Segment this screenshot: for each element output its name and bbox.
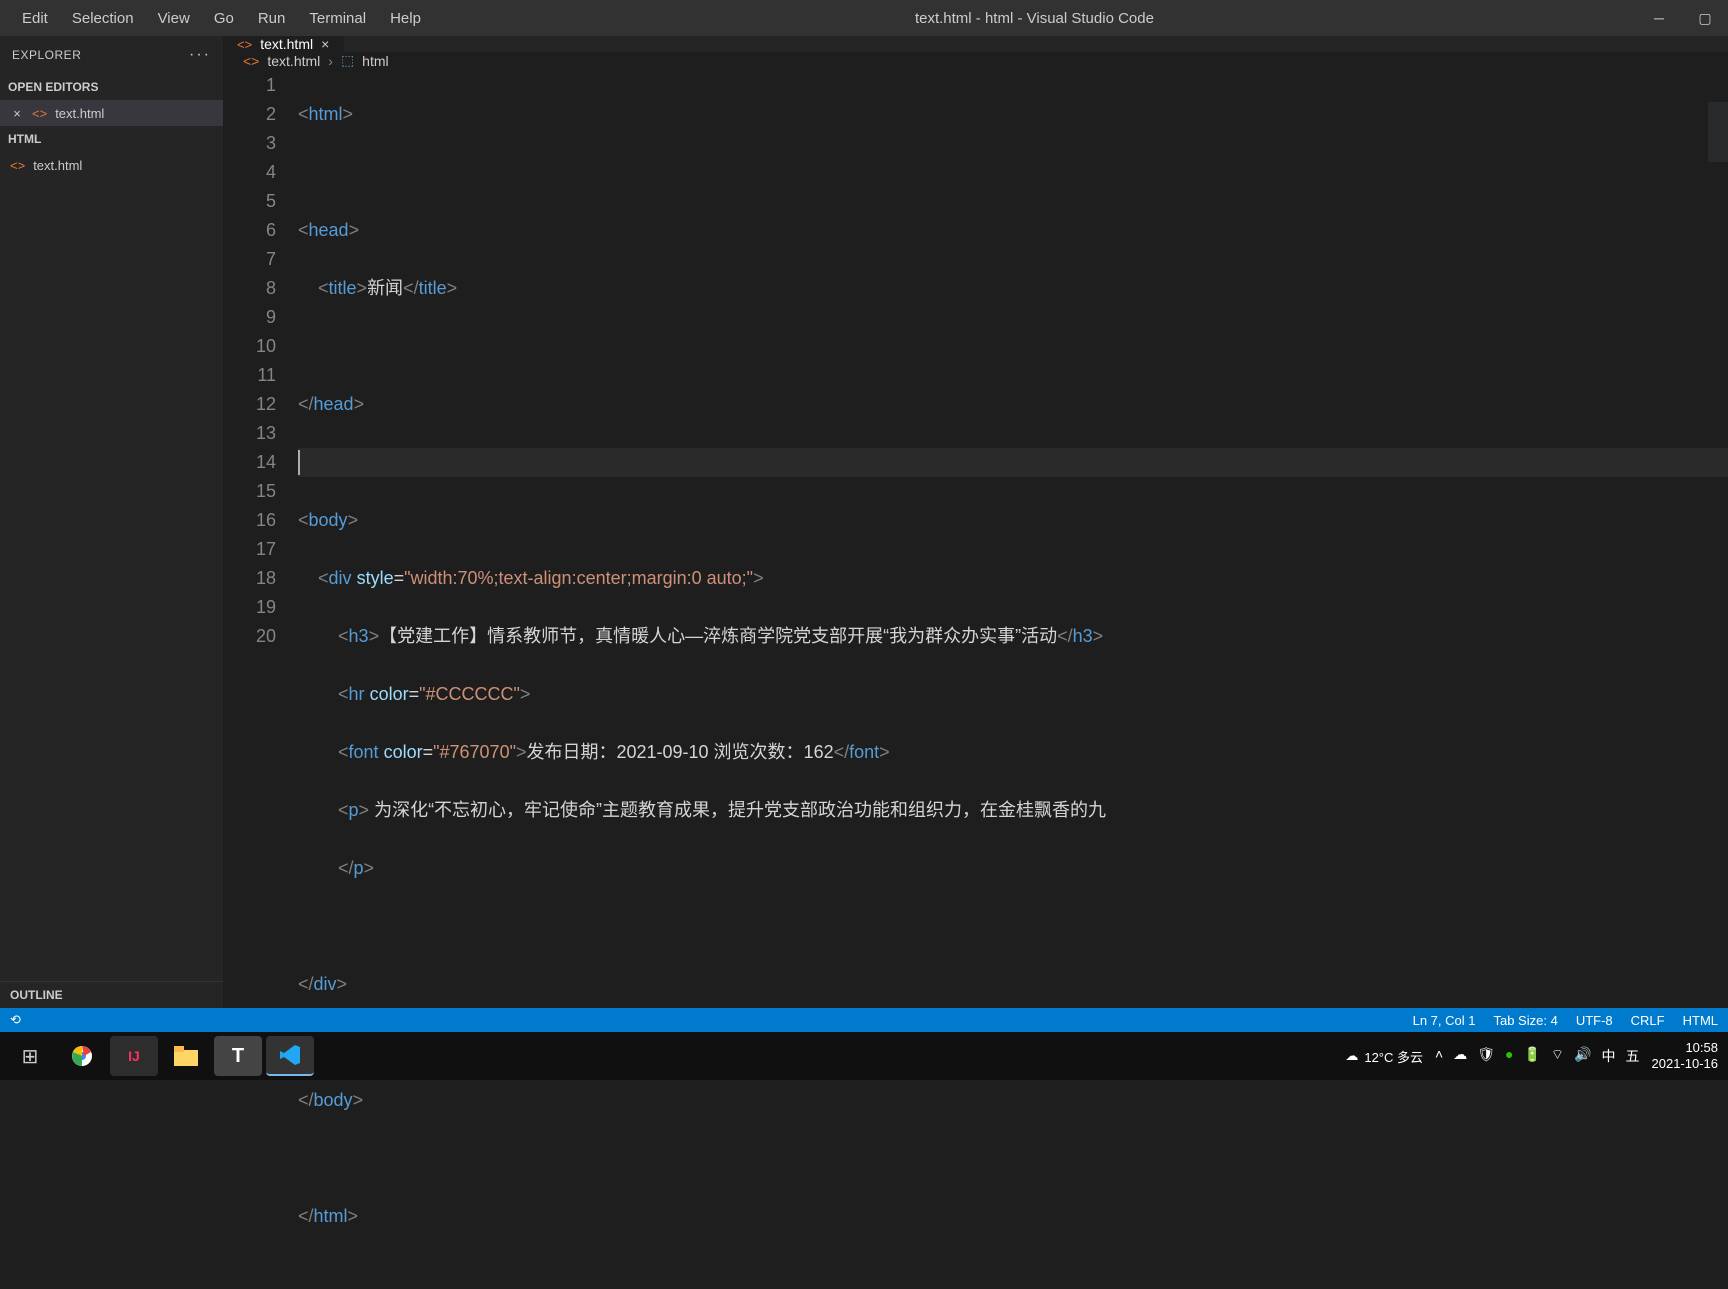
status-left-icon[interactable]: ⟲ [10,1012,21,1028]
taskbar-app-icon[interactable]: ⊞ [6,1036,54,1076]
minimap[interactable] [1708,102,1728,162]
chrome-icon[interactable] [58,1036,106,1076]
element-icon: ⬚ [341,52,354,69]
workspace-file-item[interactable]: <> text.html [0,152,223,178]
menu-view[interactable]: View [146,4,202,33]
html-file-icon: <> [243,53,259,69]
code-content[interactable]: <html> <head> <title>新闻</title> </head> … [298,71,1728,1289]
menu-help[interactable]: Help [378,4,433,33]
html-file-icon: <> [10,158,25,173]
open-editors-label[interactable]: OPEN EDITORS [0,74,223,100]
window-controls: ─ ▢ [1636,0,1728,36]
intellij-icon[interactable]: IJ [110,1036,158,1076]
html-file-icon: <> [32,106,47,121]
menu-bar: Edit Selection View Go Run Terminal Help [0,4,433,33]
breadcrumb-file[interactable]: text.html [267,53,320,69]
editor-area: <> text.html × <> text.html › ⬚ html 1 2… [223,36,1728,1008]
close-tab-icon[interactable]: × [321,36,329,52]
menu-edit[interactable]: Edit [10,4,60,33]
menu-selection[interactable]: Selection [60,4,146,33]
titlebar: Edit Selection View Go Run Terminal Help… [0,0,1728,36]
maximize-button[interactable]: ▢ [1682,0,1728,36]
window-title: text.html - html - Visual Studio Code [433,10,1636,27]
close-icon[interactable]: × [10,106,24,121]
menu-run[interactable]: Run [246,4,298,33]
menu-go[interactable]: Go [202,4,246,33]
breadcrumb-element[interactable]: html [362,53,388,69]
line-gutter: 1 2 3 4 5 6 7 8 9 10 11 12 13 14 15 16 1… [223,71,298,1289]
tab-label: text.html [260,36,313,52]
open-editor-item[interactable]: × <> text.html [0,100,223,126]
menu-terminal[interactable]: Terminal [297,4,378,33]
html-file-icon: <> [237,37,252,52]
editor-tabs: <> text.html × [223,36,1728,52]
explorer-actions-icon[interactable]: ··· [189,46,211,64]
explorer-panel: EXPLORER ··· OPEN EDITORS × <> text.html… [0,36,223,1008]
tab-text-html[interactable]: <> text.html × [223,36,344,52]
explorer-title: EXPLORER [12,48,81,62]
workspace-label[interactable]: HTML [0,126,223,152]
outline-section[interactable]: OUTLINE [0,981,223,1008]
breadcrumb[interactable]: <> text.html › ⬚ html [223,52,1728,69]
open-editor-filename: text.html [55,106,104,121]
workspace-filename: text.html [33,158,82,173]
code-editor[interactable]: 1 2 3 4 5 6 7 8 9 10 11 12 13 14 15 16 1… [223,69,1728,1289]
minimize-button[interactable]: ─ [1636,0,1682,36]
file-explorer-icon[interactable] [162,1036,210,1076]
chevron-right-icon: › [328,53,333,69]
